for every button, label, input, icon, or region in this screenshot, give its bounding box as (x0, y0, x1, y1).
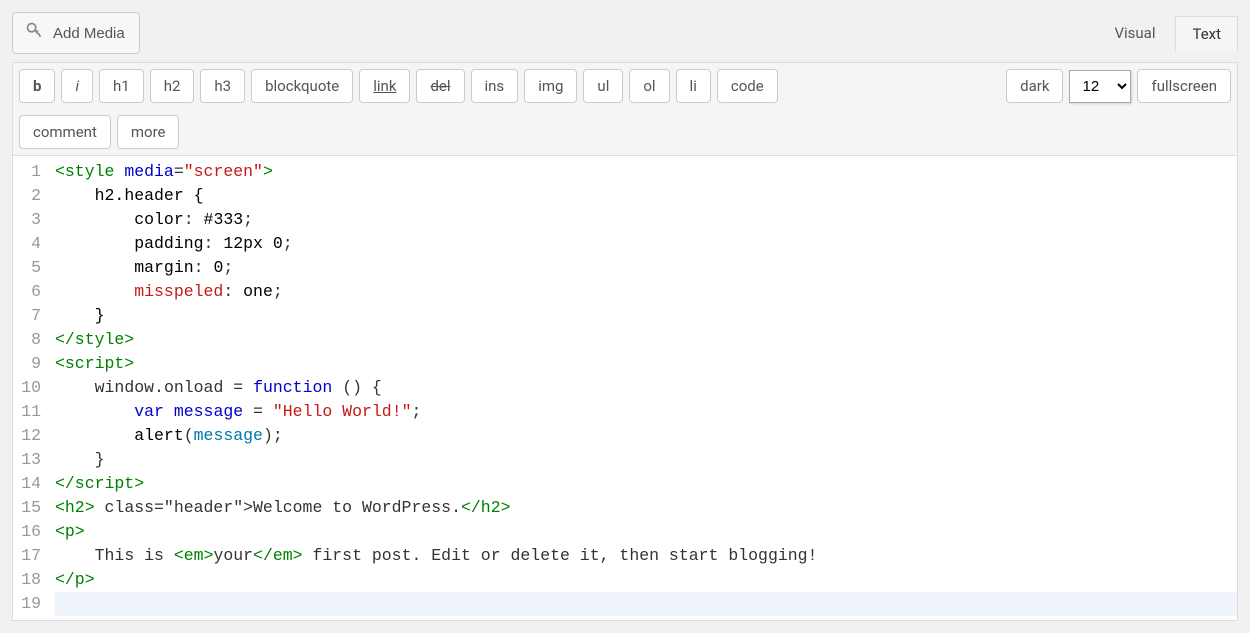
line-number: 6 (13, 280, 41, 304)
line-number: 12 (13, 424, 41, 448)
code-line[interactable]: alert(message); (55, 424, 1237, 448)
line-number: 18 (13, 568, 41, 592)
code-line[interactable]: var message = "Hello World!"; (55, 400, 1237, 424)
code-line[interactable]: <h2> class="header">Welcome to WordPress… (55, 496, 1237, 520)
line-number: 11 (13, 400, 41, 424)
line-number: 10 (13, 376, 41, 400)
btn-fullscreen[interactable]: fullscreen (1137, 69, 1231, 103)
line-number: 16 (13, 520, 41, 544)
line-number: 14 (13, 472, 41, 496)
line-number: 2 (13, 184, 41, 208)
add-media-button[interactable]: Add Media (12, 12, 140, 54)
line-number: 5 (13, 256, 41, 280)
top-row: Add Media Visual Text (12, 12, 1238, 54)
btn-h3[interactable]: h3 (200, 69, 245, 103)
code-line[interactable]: <script> (55, 352, 1237, 376)
code-line[interactable] (55, 592, 1237, 616)
code-line[interactable]: h2.header { (55, 184, 1237, 208)
line-number: 17 (13, 544, 41, 568)
line-number: 7 (13, 304, 41, 328)
btn-bold[interactable]: b (19, 69, 55, 103)
code-line[interactable]: </script> (55, 472, 1237, 496)
code-line[interactable]: window.onload = function () { (55, 376, 1237, 400)
line-number: 8 (13, 328, 41, 352)
btn-comment[interactable]: comment (19, 115, 111, 149)
toolbar: b i h1 h2 h3 blockquote link del ins img… (12, 62, 1238, 156)
code-line[interactable]: } (55, 448, 1237, 472)
code-area[interactable]: <style media="screen"> h2.header { color… (49, 156, 1237, 620)
code-line[interactable]: padding: 12px 0; (55, 232, 1237, 256)
line-number: 4 (13, 232, 41, 256)
line-number: 9 (13, 352, 41, 376)
line-number: 13 (13, 448, 41, 472)
gutter: 12345678910111213141516171819 (13, 156, 49, 620)
code-line[interactable]: </p> (55, 568, 1237, 592)
line-number: 19 (13, 592, 41, 616)
line-number: 15 (13, 496, 41, 520)
code-line[interactable]: } (55, 304, 1237, 328)
tab-visual[interactable]: Visual (1098, 16, 1171, 51)
btn-del[interactable]: del (416, 69, 464, 103)
code-line[interactable]: misspeled: one; (55, 280, 1237, 304)
btn-ol[interactable]: ol (629, 69, 669, 103)
btn-code[interactable]: code (717, 69, 778, 103)
btn-h1[interactable]: h1 (99, 69, 144, 103)
code-line[interactable]: </style> (55, 328, 1237, 352)
line-number: 3 (13, 208, 41, 232)
add-media-label: Add Media (53, 25, 125, 42)
code-line[interactable]: This is <em>your</em> first post. Edit o… (55, 544, 1237, 568)
btn-img[interactable]: img (524, 69, 577, 103)
btn-dark[interactable]: dark (1006, 69, 1063, 103)
btn-li[interactable]: li (676, 69, 711, 103)
editor-tabs: Visual Text (1098, 16, 1238, 51)
font-size-select[interactable]: 12 (1069, 70, 1131, 103)
btn-ul[interactable]: ul (583, 69, 623, 103)
btn-more[interactable]: more (117, 115, 180, 149)
media-icon (25, 21, 45, 45)
code-line[interactable]: color: #333; (55, 208, 1237, 232)
btn-blockquote[interactable]: blockquote (251, 69, 353, 103)
code-line[interactable]: <style media="screen"> (55, 160, 1237, 184)
code-editor[interactable]: 12345678910111213141516171819 <style med… (12, 156, 1238, 621)
btn-italic[interactable]: i (61, 69, 93, 103)
code-line[interactable]: margin: 0; (55, 256, 1237, 280)
btn-ins[interactable]: ins (471, 69, 519, 103)
tab-text[interactable]: Text (1175, 16, 1238, 51)
btn-link[interactable]: link (359, 69, 410, 103)
line-number: 1 (13, 160, 41, 184)
code-line[interactable]: <p> (55, 520, 1237, 544)
btn-h2[interactable]: h2 (150, 69, 195, 103)
